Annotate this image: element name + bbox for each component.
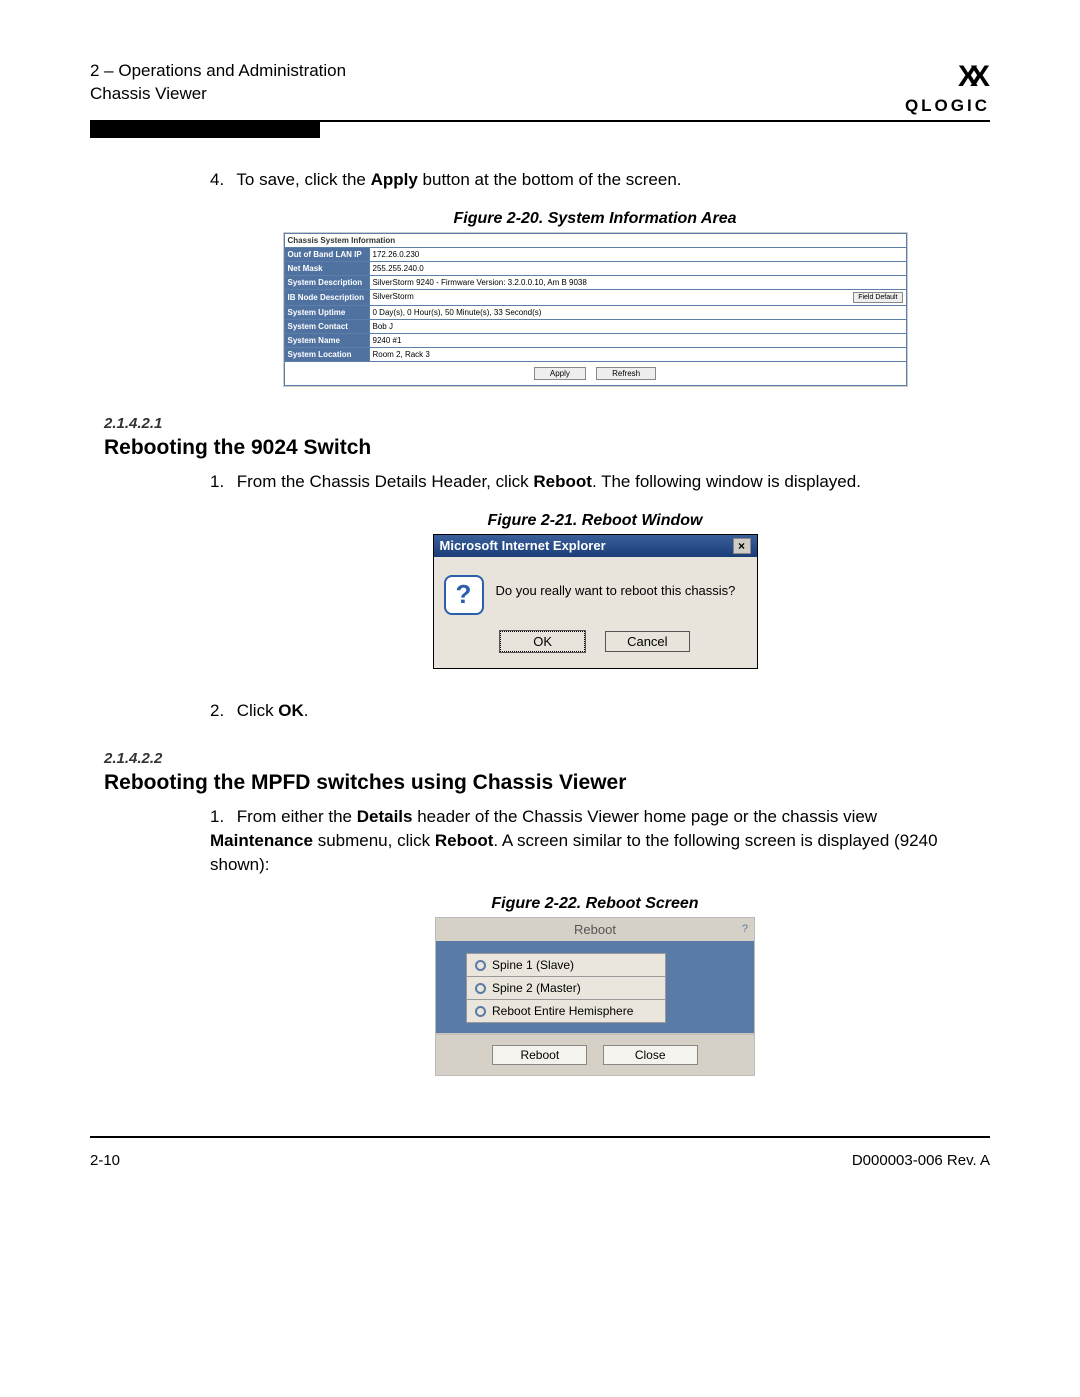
reboot-option[interactable]: Spine 2 (Master) xyxy=(466,977,666,1000)
sysinfo-value[interactable]: 172.26.0.230 xyxy=(369,247,906,261)
section-number-2: 2.1.4.2.2 xyxy=(104,750,990,767)
sysinfo-value[interactable]: 255.255.240.0 xyxy=(369,261,906,275)
step-number: 1. xyxy=(210,470,232,494)
sysinfo-label: Out of Band LAN IP xyxy=(284,247,369,261)
dialog-titlebar: Microsoft Internet Explorer × xyxy=(434,535,757,557)
step-number: 2. xyxy=(210,699,232,723)
radio-icon xyxy=(475,1006,486,1017)
sec1-step1: 1. From the Chassis Details Header, clic… xyxy=(210,470,980,494)
sec1s2-post: . xyxy=(304,701,309,720)
field-default-button[interactable]: Field Default xyxy=(853,292,902,303)
reboot-option[interactable]: Spine 1 (Slave) xyxy=(466,954,666,977)
header-black-bar xyxy=(90,120,320,138)
reboot-dialog: Microsoft Internet Explorer × ? Do you r… xyxy=(433,534,758,669)
cancel-button[interactable]: Cancel xyxy=(605,631,690,652)
page-number: 2-10 xyxy=(90,1152,120,1169)
b3: Reboot xyxy=(435,831,494,850)
sysinfo-label: System Uptime xyxy=(284,305,369,319)
figure-21-caption: Figure 2-21. Reboot Window xyxy=(210,512,980,530)
ok-button[interactable]: OK xyxy=(500,631,585,652)
sysinfo-value: 0 Day(s), 0 Hour(s), 50 Minute(s), 33 Se… xyxy=(369,305,906,319)
sysinfo-value[interactable]: SilverStormField Default xyxy=(369,289,906,305)
sysinfo-value[interactable]: 9240 #1 xyxy=(369,333,906,347)
sec1s1-post: . The following window is displayed. xyxy=(592,472,861,491)
sec1s1-bold: Reboot xyxy=(533,472,592,491)
dialog-title-text: Microsoft Internet Explorer xyxy=(440,538,606,553)
sec1s2-bold: OK xyxy=(278,701,304,720)
header-line2: Chassis Viewer xyxy=(90,83,346,106)
reboot-screen: Reboot ? Spine 1 (Slave) Spine 2 (Master… xyxy=(435,917,755,1076)
section-title-2: Rebooting the MPFD switches using Chassi… xyxy=(104,771,990,795)
sec1s2-pre: Click xyxy=(237,701,279,720)
b2: Maintenance xyxy=(210,831,313,850)
sec2-step1: 1. From either the Details header of the… xyxy=(210,805,980,876)
sysinfo-button-row: Apply Refresh xyxy=(284,362,907,386)
footer-rule xyxy=(90,1136,990,1138)
close-icon[interactable]: × xyxy=(733,538,751,554)
system-information-panel: Chassis System Information Out of Band L… xyxy=(283,232,908,387)
logo: XX QLOGIC xyxy=(905,60,990,116)
reboot-body: Spine 1 (Slave) Spine 2 (Master) Reboot … xyxy=(436,943,754,1033)
sysinfo-label: IB Node Description xyxy=(284,289,369,305)
sec1-step2: 2. Click OK. xyxy=(210,699,980,723)
doc-revision: D000003-006 Rev. A xyxy=(852,1152,990,1169)
step4-pre: To save, click the xyxy=(236,170,370,189)
sec1s1-pre: From the Chassis Details Header, click xyxy=(237,472,534,491)
sysinfo-label: System Contact xyxy=(284,319,369,333)
reboot-title: Reboot ? xyxy=(436,918,754,943)
sysinfo-label: System Location xyxy=(284,347,369,361)
reboot-option-label: Spine 1 (Slave) xyxy=(492,958,574,972)
reboot-option-label: Spine 2 (Master) xyxy=(492,981,581,995)
section-title-1: Rebooting the 9024 Switch xyxy=(104,436,990,460)
logo-text: QLOGIC xyxy=(905,96,990,116)
figure-20-caption: Figure 2-20. System Information Area xyxy=(210,210,980,228)
figure-22-caption: Figure 2-22. Reboot Screen xyxy=(210,895,980,913)
t3: submenu, click xyxy=(313,831,435,850)
reboot-option[interactable]: Reboot Entire Hemisphere xyxy=(466,1000,666,1023)
sysinfo-label: System Name xyxy=(284,333,369,347)
step4-bold: Apply xyxy=(371,170,418,189)
step-4: 4. To save, click the Apply button at th… xyxy=(210,168,980,192)
apply-button[interactable]: Apply xyxy=(534,367,586,380)
help-icon[interactable]: ? xyxy=(742,923,748,935)
sysinfo-label: System Description xyxy=(284,275,369,289)
sysinfo-table: Out of Band LAN IP172.26.0.230 Net Mask2… xyxy=(284,247,907,362)
radio-icon xyxy=(475,983,486,994)
logo-icon: XX xyxy=(905,60,990,94)
reboot-button[interactable]: Reboot xyxy=(492,1045,587,1065)
step4-post: button at the bottom of the screen. xyxy=(418,170,682,189)
sysinfo-value[interactable]: SilverStorm 9240 - Firmware Version: 3.2… xyxy=(369,275,906,289)
dialog-message: Do you really want to reboot this chassi… xyxy=(496,575,736,598)
refresh-button[interactable]: Refresh xyxy=(596,367,656,380)
step-number: 1. xyxy=(210,805,232,829)
section-number-1: 2.1.4.2.1 xyxy=(104,415,990,432)
b1: Details xyxy=(357,807,413,826)
close-button[interactable]: Close xyxy=(603,1045,698,1065)
sysinfo-title: Chassis System Information xyxy=(284,233,907,247)
question-icon: ? xyxy=(444,575,484,615)
step-number: 4. xyxy=(210,168,232,192)
t1: From either the xyxy=(237,807,357,826)
sysinfo-label: Net Mask xyxy=(284,261,369,275)
reboot-option-label: Reboot Entire Hemisphere xyxy=(492,1004,633,1018)
sysinfo-value[interactable]: Room 2, Rack 3 xyxy=(369,347,906,361)
t2: header of the Chassis Viewer home page o… xyxy=(412,807,877,826)
radio-icon xyxy=(475,960,486,971)
sysinfo-value[interactable]: Bob J xyxy=(369,319,906,333)
reboot-title-text: Reboot xyxy=(574,922,616,937)
header-text: 2 – Operations and Administration Chassi… xyxy=(90,60,346,106)
header-line1: 2 – Operations and Administration xyxy=(90,60,346,83)
